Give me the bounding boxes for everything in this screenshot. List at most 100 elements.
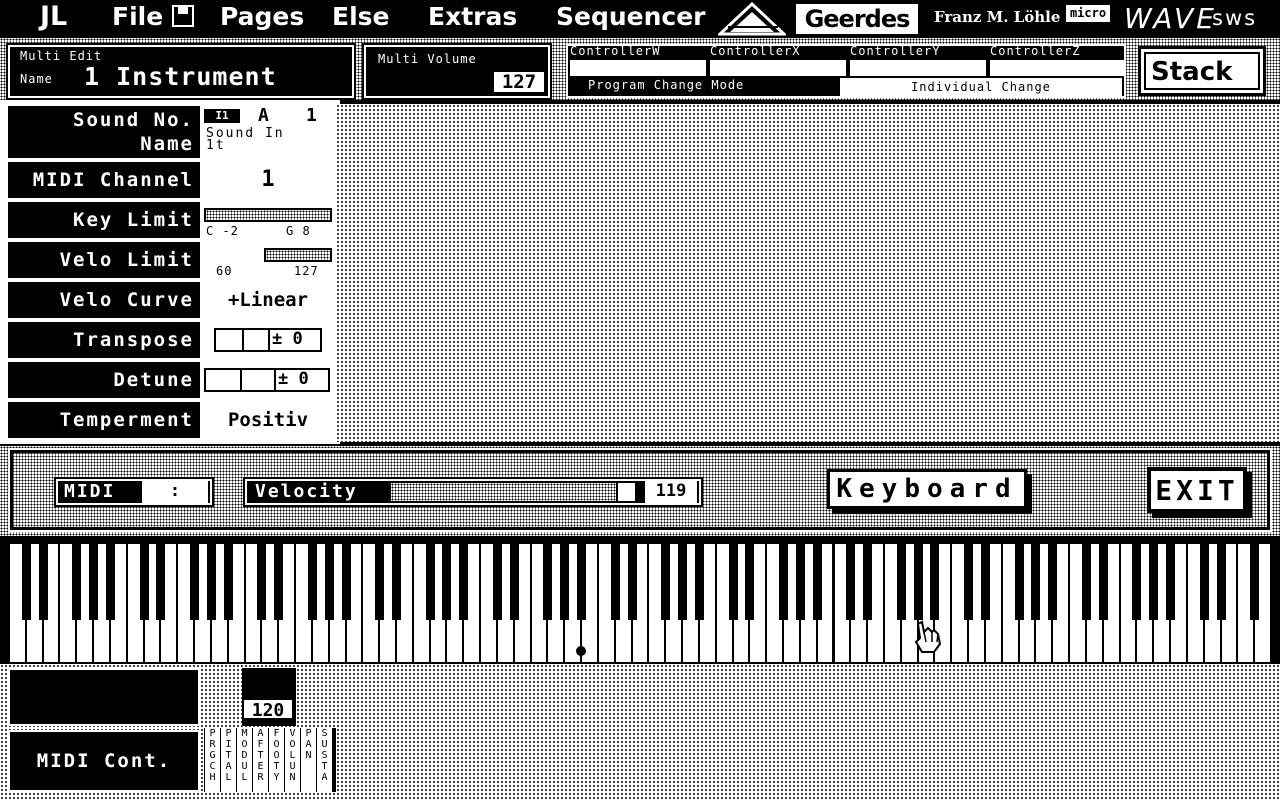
menu-sequencer[interactable]: Sequencer <box>556 0 706 36</box>
midi-cont-bar[interactable]: 120 <box>242 668 296 726</box>
menu-extras[interactable]: Extras <box>428 0 517 36</box>
temperment-value[interactable]: Positiv <box>202 402 334 438</box>
piano-black-key[interactable] <box>678 544 688 620</box>
piano-black-key[interactable] <box>1216 544 1226 620</box>
midi-cont-column[interactable]: PRGCH <box>205 728 220 792</box>
velo-curve-value[interactable]: +Linear <box>202 282 334 318</box>
piano-black-key[interactable] <box>795 544 805 620</box>
piano-black-key[interactable] <box>694 544 704 620</box>
piano-black-key[interactable] <box>661 544 671 620</box>
detune-field[interactable]: ± 0 <box>202 362 334 398</box>
piano-black-key[interactable] <box>307 544 317 620</box>
piano-black-key[interactable] <box>913 544 923 620</box>
piano-black-key[interactable] <box>728 544 738 620</box>
multi-name-value[interactable]: 1 Instrument <box>84 62 277 91</box>
midi-cont-columns[interactable]: PRGCHPITALMODULAFTERFOOTYVOLUNPANSUSTA <box>204 728 336 792</box>
key-limit-field[interactable]: C -2 G 8 <box>202 202 334 238</box>
piano-black-key[interactable] <box>577 544 587 620</box>
piano-black-key[interactable] <box>223 544 233 620</box>
piano-keyboard[interactable] <box>10 544 1272 662</box>
midi-cont-column[interactable]: SUSTA <box>317 728 332 792</box>
multi-volume-value[interactable]: 127 <box>492 70 546 94</box>
piano-black-key[interactable] <box>324 544 334 620</box>
piano-black-key[interactable] <box>274 544 284 620</box>
piano-black-key[interactable] <box>930 544 940 620</box>
piano-black-key[interactable] <box>425 544 435 620</box>
midi-cont-column[interactable]: MODUL <box>237 728 252 792</box>
midi-cont-column[interactable]: PAN <box>301 728 316 792</box>
piano-black-key[interactable] <box>89 544 99 620</box>
controller-z-value[interactable]: 0 <box>990 60 1124 76</box>
transpose-stepper[interactable]: ± 0 <box>214 328 322 352</box>
velocity-slider[interactable] <box>391 483 635 501</box>
piano-black-key[interactable] <box>560 544 570 620</box>
piano-black-key[interactable] <box>492 544 502 620</box>
piano-black-key[interactable] <box>1081 544 1091 620</box>
menu-file[interactable]: File <box>112 0 194 36</box>
controller-x-value[interactable]: 0 <box>710 60 846 76</box>
piano-black-key[interactable] <box>105 544 115 620</box>
piano-black-key[interactable] <box>1149 544 1159 620</box>
piano-black-key[interactable] <box>459 544 469 620</box>
sound-select-field[interactable]: I1 A 1 Sound In 1t <box>202 105 334 158</box>
midi-cont-column[interactable]: PITAL <box>221 728 236 792</box>
stack-button[interactable]: Stack <box>1138 46 1266 96</box>
piano-black-key[interactable] <box>964 544 974 620</box>
piano-black-key[interactable] <box>1031 544 1041 620</box>
detune-stepper[interactable]: ± 0 <box>204 368 330 392</box>
piano-black-key[interactable] <box>610 544 620 620</box>
piano-black-key[interactable] <box>139 544 149 620</box>
piano-black-key[interactable] <box>779 544 789 620</box>
piano-black-key[interactable] <box>863 544 873 620</box>
controller-w-value[interactable]: 0 <box>570 60 706 76</box>
midi-cont-column[interactable]: AFTER <box>253 728 268 792</box>
menu-else[interactable]: Else <box>332 0 389 36</box>
piano-black-key[interactable] <box>206 544 216 620</box>
piano-black-key[interactable] <box>72 544 82 620</box>
exit-button[interactable]: EXIT <box>1147 467 1247 513</box>
piano-black-key[interactable] <box>341 544 351 620</box>
transpose-field[interactable]: ± 0 <box>202 322 334 358</box>
piano-black-key[interactable] <box>190 544 200 620</box>
temperment-label: Temperment <box>8 402 200 438</box>
multi-volume-label: Multi Volume <box>378 52 477 66</box>
piano-black-key[interactable] <box>1250 544 1260 620</box>
piano-black-key[interactable] <box>21 544 31 620</box>
piano-black-key[interactable] <box>543 544 553 620</box>
midi-cont-column[interactable]: FOOTY <box>269 728 284 792</box>
piano-black-key[interactable] <box>896 544 906 620</box>
controller-y-value[interactable]: 0 <box>850 60 986 76</box>
piano-black-key[interactable] <box>156 544 166 620</box>
controller-panel: ControllerW ControllerX ControllerY Cont… <box>566 44 1126 98</box>
midi-channel-value[interactable]: 1 <box>202 162 334 198</box>
program-change-mode-value[interactable]: Individual Change <box>840 78 1122 96</box>
piano-black-key[interactable] <box>257 544 267 620</box>
piano-black-key[interactable] <box>38 544 48 620</box>
sws-logo: SWS <box>1212 6 1258 30</box>
menu-pages[interactable]: Pages <box>220 0 304 36</box>
piano-black-key[interactable] <box>1166 544 1176 620</box>
piano-black-key[interactable] <box>442 544 452 620</box>
key-limit-slider[interactable] <box>204 208 332 222</box>
midi-cont-column[interactable]: VOLUN <box>285 728 300 792</box>
piano-black-key[interactable] <box>1014 544 1024 620</box>
midi-cont-blank-cell <box>8 668 200 726</box>
piano-black-key[interactable] <box>509 544 519 620</box>
piano-black-key[interactable] <box>375 544 385 620</box>
piano-black-key[interactable] <box>392 544 401 620</box>
keyboard-button[interactable]: Keyboard <box>827 469 1027 509</box>
piano-black-key[interactable] <box>627 544 637 620</box>
hand-cursor-icon <box>914 620 942 653</box>
atari-logo-icon[interactable]: JL <box>40 0 80 36</box>
piano-black-key[interactable] <box>846 544 856 620</box>
piano-black-key[interactable] <box>745 544 755 620</box>
menu-file-label: File <box>112 2 164 31</box>
piano-black-key[interactable] <box>812 544 822 620</box>
piano-black-key[interactable] <box>980 544 990 620</box>
velo-limit-field[interactable]: 60 127 <box>202 242 334 278</box>
piano-black-key[interactable] <box>1048 544 1058 620</box>
piano-black-key[interactable] <box>1199 544 1209 620</box>
piano-black-key[interactable] <box>1132 544 1142 620</box>
velo-limit-slider[interactable] <box>264 248 332 262</box>
piano-black-key[interactable] <box>1098 544 1108 620</box>
